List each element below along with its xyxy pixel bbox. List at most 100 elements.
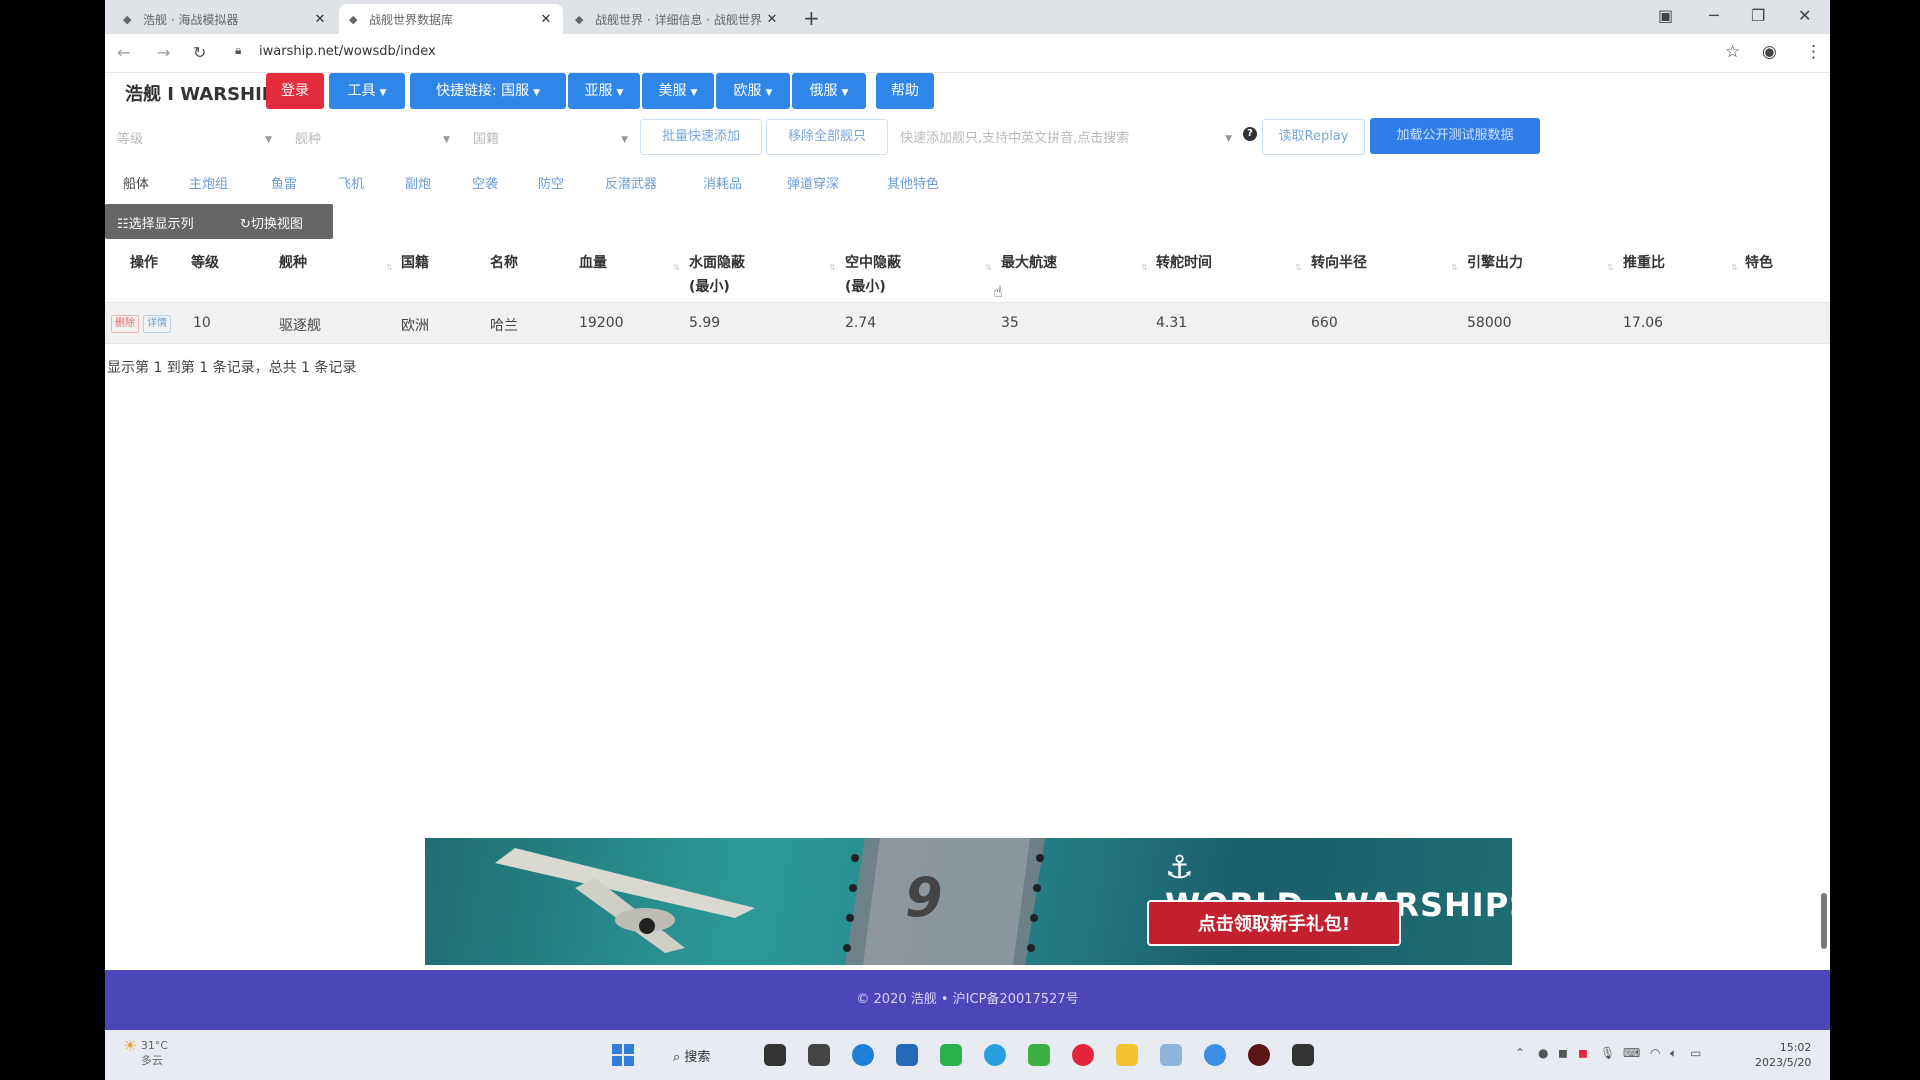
column-header-tier[interactable]: 等级 <box>191 251 219 275</box>
profile-icon[interactable]: ◉ <box>1762 42 1777 62</box>
column-header-rudder-shift[interactable]: 转舵时间 <box>1156 251 1212 275</box>
tray-red-app-icon[interactable]: ◼ <box>1578 1046 1588 1060</box>
quick-add-select[interactable]: 快速添加舰只,支持中英文拼音,点击搜索 ▼ <box>900 126 1232 152</box>
red-app-icon[interactable] <box>1248 1044 1270 1066</box>
volume-icon[interactable]: 🔈︎ <box>1670 1046 1677 1061</box>
tier-select[interactable]: 等级 ▼ <box>117 126 272 154</box>
column-header-max-speed[interactable]: 最大航速 <box>1001 251 1057 275</box>
switch-view-button[interactable]: ↻切换视图 <box>240 213 303 232</box>
detail-row-button[interactable]: 详情 <box>143 315 171 333</box>
scrollbar-thumb[interactable] <box>1821 893 1827 949</box>
taskbar-search[interactable]: ⌕ 搜索 <box>673 1046 710 1065</box>
column-header-power-ratio[interactable]: 推重比 <box>1623 251 1665 275</box>
batch-add-button[interactable]: 批量快速添加 <box>640 119 762 155</box>
tray-expand-icon[interactable]: ⌃ <box>1515 1046 1525 1060</box>
browser-tab[interactable]: ◆ 战舰世界 · 详细信息 · 战舰世界 ✕ <box>565 4 789 34</box>
close-tab-icon[interactable]: ✕ <box>539 12 553 27</box>
new-tab-icon[interactable]: + <box>803 6 820 30</box>
start-button[interactable] <box>612 1044 634 1066</box>
help-button[interactable]: 帮助 <box>876 73 934 109</box>
column-header-surface-detection[interactable]: 水面隐蔽 (最小) <box>689 251 745 299</box>
weather-widget[interactable]: ☀ 31°C 多云 <box>123 1038 168 1068</box>
tray-network-app-icon[interactable]: ◼ <box>1558 1046 1568 1060</box>
app-icon[interactable] <box>808 1044 830 1066</box>
tab-aircraft[interactable]: 飞机 <box>338 173 364 192</box>
tab-main-battery[interactable]: 主炮组 <box>189 173 228 192</box>
nation-select[interactable]: 国籍 ▼ <box>473 126 628 154</box>
close-tab-icon[interactable]: ✕ <box>313 12 327 27</box>
back-icon[interactable]: ← <box>117 43 130 62</box>
tab-airstrike[interactable]: 空袭 <box>472 173 498 192</box>
ru-server-dropdown[interactable]: 俄服 ▼ <box>792 73 866 109</box>
remove-all-button[interactable]: 移除全部舰只 <box>766 119 888 155</box>
tab-aa[interactable]: 防空 <box>538 173 564 192</box>
tab-torpedo[interactable]: 鱼雷 <box>271 173 297 192</box>
tab-ballistics[interactable]: 弹道穿深 <box>787 173 839 192</box>
type-select[interactable]: 舰种 ▼ <box>295 126 450 154</box>
column-header-nation[interactable]: 国籍 <box>401 251 429 275</box>
close-tab-icon[interactable]: ✕ <box>765 12 779 27</box>
music-app-icon[interactable] <box>1072 1044 1094 1066</box>
url-field[interactable]: iwarship.net/wowsdb/index <box>259 44 436 59</box>
reload-icon[interactable]: ↻ <box>193 43 206 62</box>
browser-tab-active[interactable]: ◆ 战舰世界数据库 ✕ <box>339 4 563 34</box>
column-header-turn-radius[interactable]: 转向半径 <box>1311 251 1367 275</box>
login-button[interactable]: 登录 <box>266 73 324 109</box>
column-header-type[interactable]: 舰种 <box>279 251 307 275</box>
column-header-feature[interactable]: 特色 <box>1745 251 1773 275</box>
na-label: 美服 <box>658 83 687 99</box>
site-logo[interactable]: 浩舰 I WARSHIP <box>125 80 275 106</box>
terminal-icon[interactable] <box>1292 1044 1314 1066</box>
eu-server-dropdown[interactable]: 欧服 ▼ <box>716 73 790 109</box>
tab-asw[interactable]: 反潜武器 <box>605 173 657 192</box>
read-replay-button[interactable]: 读取Replay <box>1262 119 1365 155</box>
close-window-icon[interactable]: ✕ <box>1798 6 1811 25</box>
forward-icon[interactable]: → <box>157 43 170 62</box>
tab-other-features[interactable]: 其他特色 <box>887 173 939 192</box>
system-clock[interactable]: 15:02 2023/5/20 <box>1755 1040 1811 1070</box>
surface-detection-label: 水面隐蔽 <box>689 255 745 271</box>
column-header-engine-power[interactable]: 引擎出力 <box>1467 251 1523 275</box>
anchor-icon: ⚓ <box>1165 848 1195 886</box>
keyboard-icon[interactable]: ⌨ <box>1623 1046 1640 1060</box>
load-test-data-button[interactable]: 加载公开测试服数据 <box>1370 118 1540 154</box>
game-app-icon[interactable] <box>1160 1044 1182 1066</box>
column-header-hp[interactable]: 血量 <box>579 251 607 275</box>
asia-server-dropdown[interactable]: 亚服 ▼ <box>568 73 640 109</box>
tab-hull[interactable]: 船体 <box>123 173 149 192</box>
browser-tab[interactable]: ◆ 浩舰 · 海战模拟器 ✕ <box>113 4 337 34</box>
wifi-icon[interactable]: ◠ <box>1650 1046 1660 1060</box>
quicklinks-dropdown[interactable]: 快捷链接: 国服 ▼ <box>410 73 566 109</box>
tab-search-icon[interactable]: ▣ <box>1658 6 1673 25</box>
column-header-action[interactable]: 操作 <box>130 251 158 275</box>
delete-row-button[interactable]: 删除 <box>111 315 139 333</box>
select-columns-button[interactable]: ☷选择显示列 <box>117 213 194 232</box>
battery-icon[interactable]: ▭ <box>1690 1046 1701 1060</box>
file-explorer-icon[interactable] <box>764 1044 786 1066</box>
promo-banner[interactable]: 9 ⚓ WORLDOFWARSHIPS 点击领取新手礼包! <box>425 838 1512 965</box>
claim-gift-button[interactable]: 点击领取新手礼包! <box>1147 900 1401 946</box>
sort-icon: ⇅ <box>1731 263 1738 272</box>
cell-air-detection: 2.74 <box>845 315 877 331</box>
folder-icon[interactable] <box>1116 1044 1138 1066</box>
minimize-icon[interactable]: ─ <box>1709 6 1719 25</box>
na-server-dropdown[interactable]: 美服 ▼ <box>642 73 714 109</box>
restore-icon[interactable]: ❐ <box>1751 6 1765 25</box>
browser-app-icon[interactable] <box>984 1044 1006 1066</box>
column-header-air-detection[interactable]: 空中隐蔽 (最小) <box>845 251 901 299</box>
microphone-icon[interactable]: 🎙︎ <box>1600 1046 1615 1060</box>
tray-app-icon[interactable]: ● <box>1538 1046 1548 1060</box>
column-header-name[interactable]: 名称 <box>490 251 518 275</box>
chat-app-icon[interactable] <box>940 1044 962 1066</box>
wechat-icon[interactable] <box>1028 1044 1050 1066</box>
menu-dots-icon[interactable]: ⋮ <box>1805 42 1822 62</box>
tab-secondary[interactable]: 副炮 <box>405 173 431 192</box>
chrome-browser-icon[interactable] <box>1204 1044 1226 1066</box>
help-circle-icon[interactable]: ? <box>1243 127 1257 141</box>
bookmark-star-icon[interactable]: ☆ <box>1725 42 1740 62</box>
tools-dropdown[interactable]: 工具 ▼ <box>329 73 405 109</box>
edge-browser-icon[interactable] <box>852 1044 874 1066</box>
tab-consumables[interactable]: 消耗品 <box>703 173 742 192</box>
store-icon[interactable] <box>896 1044 918 1066</box>
footer-copyright[interactable]: © 2020 浩舰 • 沪ICP备20017527号 <box>856 992 1078 1007</box>
